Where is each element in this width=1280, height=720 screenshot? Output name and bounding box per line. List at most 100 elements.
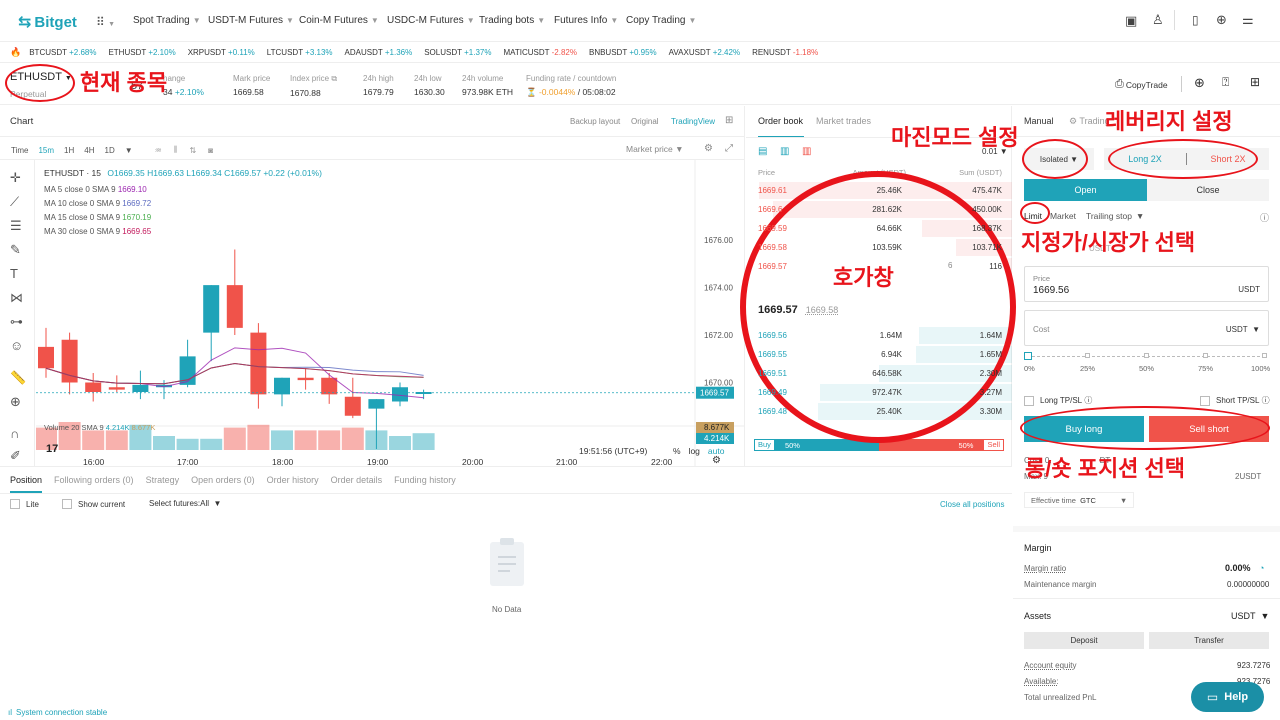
positions-tab[interactable]: Strategy <box>146 475 180 485</box>
tf-1d[interactable]: 1D <box>105 146 115 155</box>
close-all-positions-link[interactable]: Close all positions <box>940 500 1004 509</box>
candlestick-chart[interactable]: 1676.001674.001672.001670.001668.001666.… <box>36 160 745 466</box>
price-input[interactable]: Price 1669.56 USDT <box>1024 266 1269 302</box>
compare-icon[interactable]: ⇅ <box>190 146 197 155</box>
camera-icon[interactable]: ◙ <box>208 146 213 155</box>
tf-1h[interactable]: 1H <box>64 146 74 155</box>
fullscreen-icon[interactable]: ⤢ <box>725 143 733 154</box>
log-scale[interactable]: log <box>689 446 700 456</box>
ticker-item[interactable]: ADAUSDT +1.36% <box>345 48 413 57</box>
tab-trading[interactable]: ⚙ Trading <box>1069 116 1110 127</box>
download-icon[interactable]: ▯ <box>1192 13 1199 27</box>
tab-manual[interactable]: Manual <box>1024 116 1054 126</box>
tab-order-book[interactable]: Order book <box>758 116 803 126</box>
ticker-item[interactable]: AVAXUSDT +2.42% <box>669 48 740 57</box>
crosshair-icon[interactable]: ✛ <box>10 170 21 186</box>
nav-usdc-futures[interactable]: USDC-M Futures ▼ <box>387 15 475 26</box>
show-current-checkbox[interactable]: Show current <box>62 499 125 509</box>
measure-icon[interactable]: ⊶ <box>10 314 23 330</box>
positions-tab[interactable]: Following orders (0) <box>54 475 134 485</box>
order-type-trailing[interactable]: Trailing stop <box>1086 211 1132 221</box>
help-icon[interactable]: ⍰ <box>1222 75 1229 90</box>
divider <box>1013 136 1280 137</box>
nav-spot-trading[interactable]: Spot Trading ▼ <box>133 15 201 26</box>
view-bids-icon[interactable]: ▥ <box>780 146 789 157</box>
ticker-item[interactable]: BNBUSDT +0.95% <box>589 48 657 57</box>
settings-icon[interactable]: ⚙ <box>704 143 713 154</box>
positions-tab[interactable]: Funding history <box>394 475 456 485</box>
ticker-item[interactable]: SOLUSDT +1.37% <box>424 48 491 57</box>
assets-currency-select[interactable]: USDT ▼ <box>1231 611 1269 621</box>
pencil-lock-icon[interactable]: ✐ <box>10 448 21 464</box>
copytrade-button[interactable]: ⎙ CopyTrade <box>1115 78 1168 91</box>
indicator-icon[interactable]: ♒ <box>155 146 162 155</box>
tf-15m[interactable]: 15m <box>38 146 54 155</box>
nav-coin-futures[interactable]: Coin-M Futures ▼ <box>299 15 379 26</box>
settings-icon[interactable]: ⚌ <box>1242 12 1254 28</box>
annotation-orderbook: 호가창 <box>833 265 894 290</box>
cost-input[interactable]: Cost USDT ▼ <box>1024 310 1269 346</box>
order-type-market[interactable]: Market <box>1050 211 1076 221</box>
ruler-icon[interactable]: 📏 <box>10 370 26 386</box>
wallet-icon[interactable]: ▣ <box>1125 13 1137 29</box>
long-tpsl-checkbox[interactable]: Long TP/SL ⓘ <box>1024 395 1092 406</box>
close-tab[interactable]: Close <box>1147 179 1269 201</box>
slider-handle[interactable] <box>1024 352 1032 360</box>
user-icon[interactable]: ♙ <box>1152 12 1164 28</box>
zoom-icon[interactable]: ⊕ <box>10 394 21 410</box>
grid-layout-icon[interactable]: ⊞ <box>725 115 733 126</box>
tf-time[interactable]: Time <box>11 146 28 155</box>
pattern-icon[interactable]: ⋈ <box>10 290 23 306</box>
magnet-icon[interactable]: ∩ <box>10 426 19 441</box>
text-icon[interactable]: T <box>10 266 18 281</box>
tradingview-link[interactable]: TradingView <box>671 117 715 126</box>
open-tab[interactable]: Open <box>1024 179 1147 201</box>
ticker-item[interactable]: BTCUSDT +2.68% <box>29 48 96 57</box>
trendline-icon[interactable]: ⟋ <box>10 194 19 210</box>
hot-icon: 🔥 <box>10 47 22 57</box>
globe-icon[interactable]: ⊕ <box>1216 12 1227 28</box>
transfer-button[interactable]: Transfer <box>1149 632 1269 649</box>
ticker-item[interactable]: MATICUSDT -2.82% <box>503 48 577 57</box>
nav-usdt-futures[interactable]: USDT-M Futures ▼ <box>208 15 294 26</box>
view-asks-icon[interactable]: ▥ <box>802 146 811 157</box>
short-tpsl-checkbox[interactable]: Short TP/SL ⓘ <box>1200 395 1270 406</box>
ticker-item[interactable]: LTCUSDT +3.13% <box>267 48 333 57</box>
select-futures-dropdown[interactable]: Select futures:All ▼ <box>149 499 221 508</box>
price-type-select[interactable]: Market price ▼ <box>626 144 684 154</box>
nav-futures-info[interactable]: Futures Info ▼ <box>554 15 618 26</box>
view-both-icon[interactable]: ▤ <box>758 146 767 157</box>
bars-icon[interactable]: ⫼ <box>174 145 178 155</box>
info-icon[interactable]: ⓘ <box>1260 211 1269 224</box>
signal-icon: ıl <box>8 707 12 717</box>
bitget-logo[interactable]: ⇆ Bitget <box>18 12 77 32</box>
ticker-item[interactable]: XRPUSDT +0.11% <box>188 48 255 57</box>
nav-copy-trading[interactable]: Copy Trading ▼ <box>626 15 696 26</box>
effective-time-select[interactable]: Effective time GTC ▼ <box>1024 492 1135 508</box>
positions-tab[interactable]: Open orders (0) <box>191 475 255 485</box>
backup-layout-link[interactable]: Backup layout <box>570 117 620 126</box>
lite-checkbox[interactable]: Lite <box>10 499 39 509</box>
positions-tab[interactable]: Order history <box>267 475 319 485</box>
positions-tab[interactable]: Position <box>10 475 42 485</box>
deposit-button[interactable]: Deposit <box>1024 632 1144 649</box>
brush-icon[interactable]: ✎ <box>10 242 21 258</box>
tf-more-icon[interactable]: ▼ <box>125 146 133 155</box>
cost-unit-select[interactable]: USDT ▼ <box>1226 325 1260 334</box>
tab-market-trades[interactable]: Market trades <box>816 116 871 126</box>
apps-grid-icon[interactable]: ⠿ ▼ <box>96 15 115 29</box>
volume-bar <box>200 438 223 450</box>
layout-icon[interactable]: ⊞ <box>1250 75 1260 89</box>
tf-4h[interactable]: 4H <box>84 146 94 155</box>
fib-icon[interactable]: ☰ <box>10 218 22 234</box>
auto-scale[interactable]: auto <box>708 446 725 456</box>
chevron-down-icon[interactable]: ▼ <box>1136 211 1144 221</box>
original-link[interactable]: Original <box>631 117 659 126</box>
ticker-item[interactable]: RENUSDT -1.18% <box>752 48 818 57</box>
emoji-icon[interactable]: ☺ <box>10 338 23 353</box>
ticker-item[interactable]: ETHUSDT +2.10% <box>108 48 175 57</box>
nav-trading-bots[interactable]: Trading bots ▼ <box>479 15 545 26</box>
add-icon[interactable]: ⊕ <box>1194 75 1205 91</box>
percent-scale[interactable]: % <box>673 446 681 456</box>
positions-tab[interactable]: Order details <box>331 475 383 485</box>
